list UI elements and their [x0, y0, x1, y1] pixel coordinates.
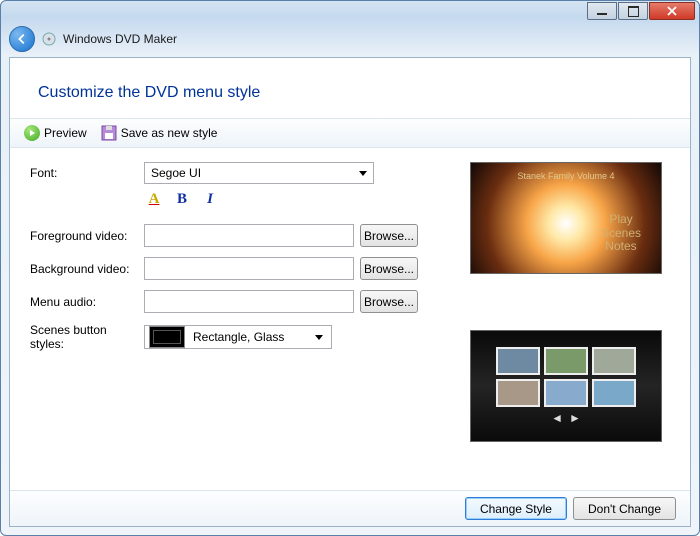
scene-thumb: [496, 347, 540, 375]
titlebar: [1, 1, 699, 23]
menu-audio-label: Menu audio:: [30, 295, 144, 309]
prev-arrow-icon: ◄: [551, 411, 563, 425]
scene-style-thumbnail: [149, 326, 185, 348]
foreground-video-label: Foreground video:: [30, 229, 144, 243]
chevron-down-icon: [355, 165, 371, 181]
preview-dvd-title: Stanek Family Volume 4: [471, 171, 661, 181]
background-video-input[interactable]: [144, 257, 354, 280]
save-as-new-style-label: Save as new style: [121, 126, 218, 140]
navbar: Windows DVD Maker: [1, 23, 699, 55]
floppy-icon: [101, 125, 117, 141]
scene-thumb: [544, 347, 588, 375]
scene-thumb: [592, 379, 636, 407]
font-value: Segoe UI: [151, 166, 201, 180]
browse-foreground-button[interactable]: Browse...: [360, 224, 418, 247]
close-button[interactable]: [649, 2, 695, 20]
dont-change-button[interactable]: Don't Change: [573, 497, 676, 520]
font-color-button[interactable]: A: [144, 190, 164, 208]
page-heading: Customize the DVD menu style: [10, 58, 690, 118]
command-bar: Preview Save as new style: [10, 118, 690, 148]
next-arrow-icon: ►: [569, 411, 581, 425]
save-as-new-style-button[interactable]: Save as new style: [101, 125, 218, 141]
maximize-button[interactable]: [618, 2, 648, 20]
content-panel: Customize the DVD menu style Preview Sav…: [9, 57, 691, 527]
bold-button[interactable]: B: [172, 190, 192, 208]
font-dropdown[interactable]: Segoe UI: [144, 162, 374, 184]
scenes-button-styles-dropdown[interactable]: Rectangle, Glass: [144, 325, 332, 349]
scenes-preview: ◄ ►: [470, 330, 662, 442]
play-icon: [24, 125, 40, 141]
menu-preview: Stanek Family Volume 4 Play Scenes Notes: [470, 162, 662, 274]
preview-button[interactable]: Preview: [24, 125, 87, 141]
footer-bar: Change Style Don't Change: [10, 490, 690, 526]
window-frame: Windows DVD Maker Customize the DVD menu…: [0, 0, 700, 536]
back-button[interactable]: [9, 26, 35, 52]
preview-label: Preview: [44, 126, 87, 140]
scenes-button-styles-label: Scenes button styles:: [30, 323, 144, 351]
browse-audio-button[interactable]: Browse...: [360, 290, 418, 313]
app-icon: [41, 31, 57, 47]
menu-audio-input[interactable]: [144, 290, 354, 313]
minimize-button[interactable]: [587, 2, 617, 20]
change-style-button[interactable]: Change Style: [465, 497, 567, 520]
scene-thumb: [496, 379, 540, 407]
chevron-down-icon: [311, 329, 327, 345]
foreground-video-input[interactable]: [144, 224, 354, 247]
browse-background-button[interactable]: Browse...: [360, 257, 418, 280]
font-label: Font:: [30, 166, 144, 180]
preview-dvd-links: Play Scenes Notes: [601, 213, 641, 253]
scenes-button-styles-value: Rectangle, Glass: [193, 330, 307, 344]
scene-thumb: [592, 347, 636, 375]
italic-button[interactable]: I: [200, 190, 220, 208]
app-title: Windows DVD Maker: [63, 32, 177, 46]
scene-thumb: [544, 379, 588, 407]
background-video-label: Background video:: [30, 262, 144, 276]
